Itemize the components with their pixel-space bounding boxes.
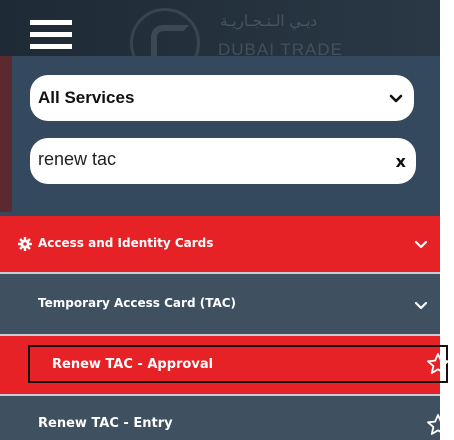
search-input-value: renew tac	[38, 149, 117, 169]
gear-icon	[18, 237, 32, 251]
menu-category-access-cards[interactable]: Access and Identity Cards	[0, 216, 440, 272]
chevron-down-icon	[389, 94, 403, 103]
menu-item-label: Renew TAC - Entry	[38, 416, 173, 431]
star-outline-icon[interactable]	[426, 352, 450, 376]
search-input[interactable]: renew tac x	[30, 138, 416, 184]
chevron-down-icon	[414, 240, 428, 249]
hamburger-menu-icon[interactable]	[30, 20, 72, 52]
menu-subcategory-tac[interactable]: Temporary Access Card (TAC)	[0, 274, 440, 334]
logo-arabic-text: ديـي الـتـجـاريـة	[220, 12, 318, 30]
chevron-down-icon	[414, 301, 428, 310]
left-edge-stripe	[0, 56, 12, 212]
selected-item-outline	[28, 345, 448, 383]
menu-subcategory-label: Temporary Access Card (TAC)	[38, 296, 237, 310]
menu-item-renew-tac-entry[interactable]: Renew TAC - Entry	[0, 396, 440, 440]
app-frame: ديـي الـتـجـاريـة DUBAI TRADE All Servic…	[0, 0, 454, 440]
service-select-value: All Services	[38, 88, 135, 107]
menu-category-label: Access and Identity Cards	[38, 236, 214, 250]
service-select[interactable]: All Services	[30, 75, 414, 121]
header-bar: ديـي الـتـجـاريـة DUBAI TRADE	[0, 0, 440, 78]
star-outline-icon[interactable]	[426, 413, 450, 437]
clear-search-button[interactable]: x	[396, 152, 406, 171]
